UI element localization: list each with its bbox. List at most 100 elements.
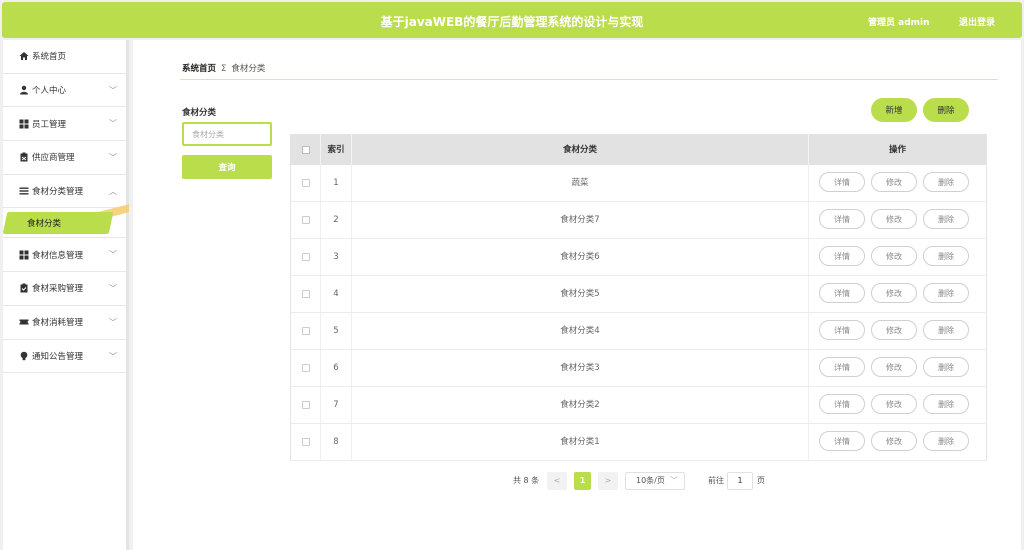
row-category: 食材分类6 [560, 252, 600, 262]
sidebar-item-label: 个人中心 [32, 86, 67, 97]
add-button[interactable]: 新增 [871, 98, 917, 122]
edit-button[interactable]: 修改 [871, 357, 917, 377]
edit-button[interactable]: 修改 [871, 209, 917, 229]
row-index: 5 [333, 326, 339, 336]
chevron-down-icon: ﹀ [109, 153, 117, 163]
column-divider [808, 239, 809, 275]
row-index: 7 [333, 400, 339, 410]
row-checkbox[interactable] [302, 438, 310, 446]
table-row: 5 食材分类4 详情 修改 删除 [291, 313, 986, 350]
row-checkbox[interactable] [302, 364, 310, 372]
sidebar-item-category-mgmt[interactable]: 食材分类管理 ︿ [3, 175, 126, 209]
breadcrumb-home[interactable]: 系统首页 [182, 64, 216, 74]
sidebar-item-staff[interactable]: 员工管理 ﹀ [3, 107, 126, 142]
row-checkbox[interactable] [302, 216, 310, 224]
column-divider [808, 276, 809, 312]
breadcrumb-current: 食材分类 [231, 64, 266, 74]
sidebar-item-label: 员工管理 [32, 119, 67, 130]
goto-page-input[interactable]: 1 [727, 472, 753, 490]
main-content: 系统首页Σ食材分类 食材分类 查询 新增 删除 索引 食材分类 操作 1蔬菜详情… [133, 40, 1021, 550]
row-checkbox[interactable] [302, 179, 310, 187]
pagination-prev[interactable]: < [547, 472, 567, 490]
detail-button[interactable]: 详情 [819, 172, 865, 192]
user-icon [19, 85, 29, 95]
pagination-next[interactable]: > [598, 472, 618, 490]
grid-icon [19, 250, 29, 260]
edit-button[interactable]: 修改 [871, 394, 917, 414]
edit-button[interactable]: 修改 [871, 246, 917, 266]
row-checkbox[interactable] [302, 290, 310, 298]
delete-button[interactable]: 删除 [923, 172, 969, 192]
pagination-total: 共 8 条 [513, 476, 540, 485]
batch-delete-button[interactable]: 删除 [923, 98, 969, 122]
row-index: 4 [333, 289, 339, 299]
sidebar-item-label: 食材消耗管理 [32, 318, 84, 329]
sidebar-item-label: 供应商管理 [32, 153, 75, 164]
grid-icon [19, 119, 29, 129]
sidebar-item-label: 食材采购管理 [32, 284, 84, 295]
search-input[interactable] [182, 122, 272, 146]
detail-button[interactable]: 详情 [819, 246, 865, 266]
sidebar-item-consumption[interactable]: 食材消耗管理 ﹀ [3, 306, 126, 340]
delete-button[interactable]: 删除 [923, 209, 969, 229]
delete-button[interactable]: 删除 [923, 320, 969, 340]
delete-button[interactable]: 删除 [923, 357, 969, 377]
page-size-select[interactable]: 10条/页 ﹀ [625, 472, 685, 490]
edit-button[interactable]: 修改 [871, 320, 917, 340]
chevron-down-icon: ﹀ [109, 85, 117, 95]
column-divider [808, 424, 809, 460]
row-checkbox[interactable] [302, 401, 310, 409]
detail-button[interactable]: 详情 [819, 283, 865, 303]
pagination-page-current[interactable]: 1 [574, 472, 591, 490]
delete-button[interactable]: 删除 [923, 394, 969, 414]
breadcrumb-divider [180, 79, 998, 80]
detail-button[interactable]: 详情 [819, 394, 865, 414]
row-category: 食材分类1 [560, 437, 600, 447]
delete-button[interactable]: 删除 [923, 283, 969, 303]
chevron-down-icon: ﹀ [109, 351, 117, 361]
edit-button[interactable]: 修改 [871, 283, 917, 303]
detail-button[interactable]: 详情 [819, 357, 865, 377]
sidebar: 系统首页 个人中心 ﹀ 员工管理 ﹀ 供应商管理 ﹀ 食材分类管理 ︿ 食材分类… [2, 40, 129, 550]
delete-button[interactable]: 删除 [923, 431, 969, 451]
sidebar-item-purchase[interactable]: 食材采购管理 ﹀ [3, 272, 126, 306]
sidebar-item-ingredient-info[interactable]: 食材信息管理 ﹀ [3, 238, 126, 273]
sidebar-item-supplier[interactable]: 供应商管理 ﹀ [3, 141, 126, 175]
column-divider [808, 313, 809, 349]
breadcrumb: 系统首页 Σ 食材分类 [182, 62, 265, 74]
sidebar-item-label: 食材分类管理 [32, 187, 84, 198]
row-index: 6 [333, 363, 339, 373]
edit-button[interactable]: 修改 [871, 172, 917, 192]
list-icon [19, 186, 29, 196]
column-divider [808, 165, 809, 201]
sidebar-item-notice[interactable]: 通知公告管理 ﹀ [3, 340, 126, 374]
sidebar-item-personal-center[interactable]: 个人中心 ﹀ [3, 74, 126, 108]
detail-button[interactable]: 详情 [819, 431, 865, 451]
row-category: 食材分类5 [560, 289, 600, 299]
sidebar-subitem-label[interactable]: 食材分类 [27, 217, 61, 229]
detail-button[interactable]: 详情 [819, 209, 865, 229]
search-button[interactable]: 查询 [182, 155, 272, 179]
column-divider [808, 202, 809, 238]
sidebar-item-label: 系统首页 [32, 52, 67, 63]
row-checkbox[interactable] [302, 253, 310, 261]
edit-button[interactable]: 修改 [871, 431, 917, 451]
goto-label: 前往 [708, 476, 724, 485]
select-all-checkbox[interactable] [302, 146, 310, 154]
row-category: 食材分类4 [560, 326, 600, 336]
chevron-down-icon: ﹀ [109, 119, 117, 129]
row-index: 3 [333, 252, 339, 262]
header-index: 索引 [327, 145, 345, 155]
row-index: 1 [333, 178, 339, 188]
column-divider [808, 387, 809, 423]
table-header: 索引 食材分类 操作 [291, 135, 986, 165]
delete-button[interactable]: 删除 [923, 246, 969, 266]
logout-link[interactable]: 退出登录 [959, 15, 995, 28]
detail-button[interactable]: 详情 [819, 320, 865, 340]
row-index: 2 [333, 215, 339, 225]
row-checkbox[interactable] [302, 327, 310, 335]
sidebar-subitem-category[interactable]: 食材分类 [2, 204, 129, 239]
table-row: 7 食材分类2 详情 修改 删除 [291, 387, 986, 424]
sidebar-item-home[interactable]: 系统首页 [3, 40, 126, 74]
bulb-icon [19, 351, 29, 361]
